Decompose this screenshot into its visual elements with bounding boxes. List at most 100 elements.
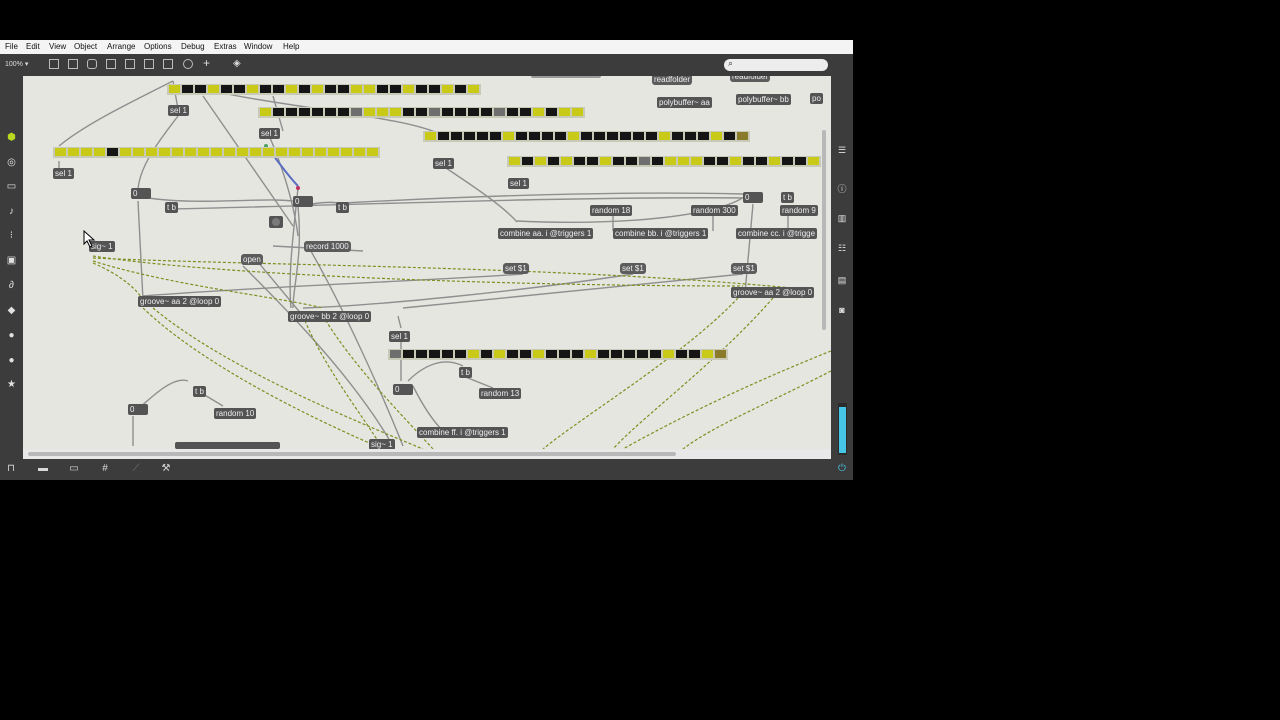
horizontal-scrollbar[interactable]: [23, 449, 831, 459]
sel-1-object[interactable]: sel 1: [168, 105, 189, 116]
columns-icon[interactable]: ▥: [836, 212, 848, 224]
trigger-bang-object[interactable]: t b: [781, 192, 794, 203]
message-icon[interactable]: [87, 59, 97, 69]
set-message[interactable]: set $1: [620, 263, 646, 274]
polybuffer-bb-object[interactable]: polybuffer~ bb: [736, 94, 791, 105]
random-300-object[interactable]: random 300: [691, 205, 738, 216]
number-box[interactable]: [175, 442, 280, 449]
trigger-bang-object[interactable]: t b: [459, 367, 472, 378]
bang-button[interactable]: [269, 216, 283, 228]
set-message[interactable]: set $1: [731, 263, 757, 274]
groove-aa-object[interactable]: groove~ aa 2 @loop 0: [138, 296, 222, 307]
sel-1-object[interactable]: sel 1: [389, 331, 410, 342]
lock-icon[interactable]: ⊓: [5, 463, 17, 475]
set-message[interactable]: set $1: [503, 263, 529, 274]
horizontal-scroll-thumb[interactable]: [28, 452, 676, 456]
image-icon[interactable]: ▣: [5, 254, 18, 267]
combine-cc-object[interactable]: combine cc. i @trigge: [736, 228, 818, 239]
snap-icon[interactable]: ⟋: [130, 463, 142, 475]
trigger-bang-object[interactable]: t b: [165, 202, 178, 213]
combine-aa-object[interactable]: combine aa. i @triggers 1: [498, 228, 594, 239]
step-sequencer-row-4[interactable]: [53, 147, 380, 158]
groove-aa-object-2[interactable]: groove~ aa 2 @loop 0: [731, 287, 815, 298]
new-object-icon[interactable]: [68, 59, 78, 69]
combine-ff-object[interactable]: combine ff. i @triggers 1: [417, 427, 508, 438]
zoom-level[interactable]: 100% ▾: [5, 60, 28, 68]
menu-help[interactable]: Help: [283, 42, 299, 51]
step-sequencer-row-5[interactable]: [507, 156, 821, 167]
number-box[interactable]: 0: [128, 404, 148, 415]
menu-options[interactable]: Options: [144, 42, 172, 51]
minus-box-icon[interactable]: [163, 59, 173, 69]
step-sequencer-row-1[interactable]: [167, 84, 481, 95]
random-10-object[interactable]: random 10: [214, 408, 257, 419]
book-icon[interactable]: ▤: [836, 274, 848, 286]
object-box[interactable]: [531, 76, 601, 78]
plus-icon[interactable]: +: [203, 56, 210, 70]
number-box[interactable]: 0: [293, 196, 313, 207]
paperclip-icon[interactable]: ∂: [5, 279, 18, 292]
polybuffer-aa-object[interactable]: polybuffer~ aa: [657, 97, 712, 108]
b-circle-icon[interactable]: ●: [5, 354, 18, 367]
str-object[interactable]: sel 1: [508, 178, 529, 189]
number-box[interactable]: 0: [393, 384, 413, 395]
presentation-icon[interactable]: [49, 59, 59, 69]
wrench-icon[interactable]: ⚒: [160, 463, 172, 475]
menu-edit[interactable]: Edit: [26, 42, 40, 51]
step-sequencer-row-6[interactable]: [388, 349, 728, 360]
number-box[interactable]: 0: [743, 192, 763, 203]
menu-arrange[interactable]: Arrange: [107, 42, 135, 51]
cube-icon[interactable]: ⬢: [5, 131, 18, 144]
music-note-icon[interactable]: ♪: [5, 205, 18, 218]
search-input[interactable]: ⌕: [724, 58, 828, 71]
paint-bucket-icon[interactable]: ◈: [233, 58, 241, 69]
sel-1-object[interactable]: sel 1: [259, 128, 280, 139]
random-9-object[interactable]: random 9: [780, 205, 818, 216]
bracket-icon[interactable]: ⁝: [5, 229, 18, 242]
list-icon[interactable]: ☰: [836, 144, 848, 156]
step-sequencer-row-2[interactable]: [258, 107, 585, 118]
menu-debug[interactable]: Debug: [181, 42, 205, 51]
polybuffer-partial-object[interactable]: po: [810, 93, 823, 104]
open-message[interactable]: open: [241, 254, 263, 265]
record-1000-message[interactable]: record 1000: [304, 241, 351, 252]
menu-window[interactable]: Window: [244, 42, 272, 51]
droplet-icon[interactable]: ◆: [5, 304, 18, 317]
menu-file[interactable]: File: [5, 42, 18, 51]
groove-bb-object[interactable]: groove~ bb 2 @loop 0: [288, 311, 372, 322]
star-icon[interactable]: ★: [5, 378, 18, 391]
dial-icon[interactable]: [183, 59, 193, 69]
menu-view[interactable]: View: [49, 42, 66, 51]
number-box[interactable]: 0: [131, 188, 151, 199]
sel-1-object[interactable]: sel 1: [53, 168, 74, 179]
rows-icon[interactable]: ☷: [836, 242, 848, 254]
close-box-icon[interactable]: [106, 59, 116, 69]
v-circle-icon[interactable]: ●: [5, 329, 18, 342]
inlet-icon[interactable]: [144, 59, 154, 69]
trigger-bang-object[interactable]: t b: [336, 202, 349, 213]
target-icon[interactable]: ◎: [5, 156, 18, 169]
target-icon[interactable]: [125, 59, 135, 69]
grid-icon[interactable]: #: [99, 463, 111, 475]
menu-extras[interactable]: Extras: [214, 42, 237, 51]
patcher-canvas[interactable]: readfolder readfolder polybuffer~ aa pol…: [23, 76, 831, 449]
panel-icon[interactable]: ▭: [5, 180, 18, 193]
info-icon[interactable]: ⓘ: [836, 183, 848, 195]
trigger-bang-object[interactable]: t b: [193, 386, 206, 397]
readfolder-message-2[interactable]: readfolder: [730, 76, 771, 82]
sig-object[interactable]: sig~ 1: [369, 439, 395, 449]
random-13-object[interactable]: random 13: [479, 388, 522, 399]
combine-bb-object[interactable]: combine bb. i @triggers 1: [613, 228, 709, 239]
sel-1-object[interactable]: sel 1: [433, 158, 454, 169]
comment-icon[interactable]: ▭: [68, 463, 80, 475]
search-icon: ⌕: [728, 58, 734, 68]
random-18-object[interactable]: random 18: [590, 205, 633, 216]
camera-icon[interactable]: ◙: [836, 304, 848, 316]
vertical-scrollbar[interactable]: [822, 130, 826, 330]
bottom-toolbar: ⊓ ▬ ▭ # ⟋ ⚒ ⏻: [0, 459, 853, 480]
menu-object[interactable]: Object: [74, 42, 97, 51]
presentation-mode-icon[interactable]: ▬: [37, 463, 49, 475]
step-sequencer-row-3[interactable]: [423, 131, 750, 142]
power-icon[interactable]: ⏻: [836, 463, 848, 475]
readfolder-message[interactable]: readfolder: [652, 76, 693, 85]
